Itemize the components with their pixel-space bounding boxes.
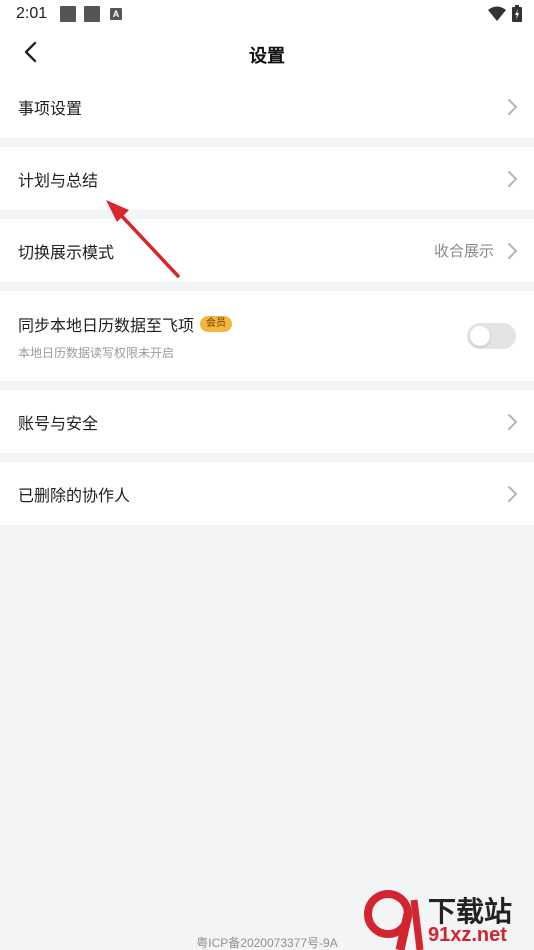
chevron-right-icon	[508, 485, 518, 502]
item-label: 已删除的协作人	[18, 485, 131, 505]
settings-item-account-security[interactable]: 账号与安全	[0, 390, 534, 453]
settings-item-display-mode[interactable]: 切换展示模式 收合展示	[0, 219, 534, 282]
notification-icon	[60, 6, 76, 22]
member-badge: 会员	[200, 315, 233, 332]
watermark-emblem-icon	[364, 890, 424, 950]
nav-header: 设置	[0, 28, 534, 76]
sync-subtitle: 本地日历数据读写权限未开启	[18, 345, 175, 360]
settings-item-items-settings[interactable]: 事项设置	[0, 76, 534, 138]
item-label: 计划与总结	[18, 170, 99, 190]
wifi-icon	[488, 6, 506, 21]
toggle-knob	[470, 326, 490, 346]
chevron-right-icon	[508, 99, 518, 115]
item-label: 同步本地日历数据至飞项	[18, 315, 195, 335]
sync-title-line: 同步本地日历数据至飞项 会员	[18, 312, 233, 336]
notification-icon	[84, 6, 100, 22]
item-label: 切换展示模式	[18, 242, 115, 262]
battery-icon	[512, 5, 522, 22]
watermark-site-text: 91xz.net	[428, 924, 507, 946]
status-icons	[488, 5, 522, 22]
top-area: 2:01 A 设置	[0, 0, 534, 76]
settings-item-deleted-collaborators[interactable]: 已删除的协作人	[0, 462, 534, 525]
app-notification-icon: A	[110, 8, 122, 20]
item-label: 账号与安全	[18, 413, 99, 433]
chevron-right-icon	[508, 413, 518, 430]
display-mode-value: 收合展示	[433, 242, 494, 260]
page-title: 设置	[249, 46, 285, 67]
chevron-right-icon	[508, 170, 518, 187]
settings-item-sync-calendar: 同步本地日历数据至飞项 会员 本地日历数据读写权限未开启	[0, 291, 534, 381]
status-bar: 2:01 A	[0, 0, 534, 28]
chevron-right-icon	[508, 242, 518, 259]
status-time: 2:01	[16, 5, 48, 22]
watermark-logo: 下载站 91xz.net	[362, 890, 534, 950]
toggle-switch[interactable]	[467, 323, 516, 349]
settings-item-plan-summary[interactable]: 计划与总结	[0, 147, 534, 210]
item-label: 事项设置	[18, 99, 83, 118]
